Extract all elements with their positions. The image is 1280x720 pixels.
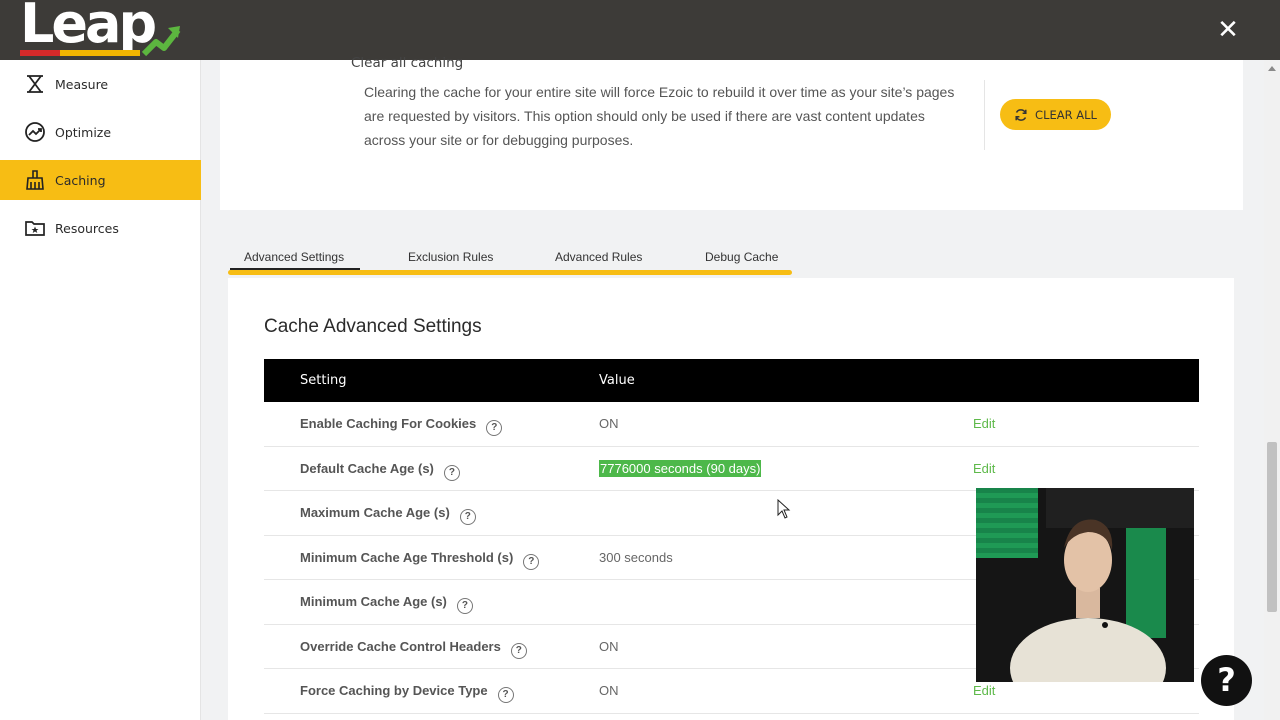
- sidebar-item-label: Measure: [55, 76, 109, 92]
- setting-value: ON: [599, 638, 619, 654]
- setting-label-text: Override Cache Control Headers: [300, 638, 501, 654]
- setting-label-text: Minimum Cache Age Threshold (s): [300, 549, 514, 565]
- help-chat-button[interactable]: ?: [1201, 655, 1252, 706]
- logo-text: Leap: [20, 0, 157, 55]
- tab-advanced-rules[interactable]: Advanced Rules: [555, 250, 642, 264]
- setting-value: 300 seconds: [599, 549, 673, 565]
- mouse-cursor-icon: [777, 499, 791, 519]
- table-row: Default Cache Age (s)? 7776000 seconds (…: [264, 447, 1199, 491]
- sidebar-item-label: Optimize: [55, 124, 112, 140]
- help-icon[interactable]: ?: [459, 509, 476, 525]
- folder-star-icon: [24, 217, 46, 239]
- section-title: Cache Advanced Settings: [264, 316, 482, 337]
- sidebar: Measure Optimize Caching Resources: [0, 60, 201, 720]
- scroll-up-arrow-icon[interactable]: [1268, 66, 1276, 71]
- edit-link[interactable]: Edit: [973, 416, 995, 431]
- sidebar-item-caching[interactable]: Caching: [0, 160, 201, 200]
- leap-logo: Leap: [20, 0, 190, 60]
- tab-advanced-settings[interactable]: Advanced Settings: [244, 250, 344, 264]
- divider: [984, 80, 985, 150]
- clear-cache-title: Clear all caching: [351, 55, 464, 71]
- refresh-icon: [1015, 108, 1027, 121]
- tab-debug-cache[interactable]: Debug Cache: [705, 250, 778, 264]
- help-icon[interactable]: ?: [497, 687, 514, 703]
- sidebar-item-label: Resources: [55, 220, 119, 236]
- help-icon[interactable]: ?: [523, 553, 540, 570]
- sidebar-item-optimize[interactable]: Optimize: [0, 112, 201, 152]
- table-header: Setting Value: [264, 359, 1199, 402]
- settings-tabs: Advanced Settings Exclusion Rules Advanc…: [228, 248, 792, 278]
- webcam-overlay: [976, 488, 1194, 682]
- setting-value: ON: [599, 683, 619, 698]
- logo-bar-yellow: [60, 50, 140, 56]
- presenter-video-image: [976, 488, 1194, 682]
- setting-label: Default Cache Age (s)?: [300, 461, 460, 481]
- help-icon[interactable]: ?: [443, 464, 460, 481]
- sidebar-item-label: Caching: [55, 172, 106, 188]
- clear-all-button[interactable]: CLEAR ALL: [1000, 99, 1111, 130]
- clear-cache-card: Clear all caching Clearing the cache for…: [220, 55, 1243, 210]
- sidebar-item-resources[interactable]: Resources: [0, 208, 201, 248]
- setting-label-text: Minimum Cache Age (s): [300, 594, 447, 609]
- setting-label-text: Force Caching by Device Type: [300, 683, 488, 698]
- setting-label: Minimum Cache Age Threshold (s)?: [300, 549, 540, 570]
- setting-label-text: Enable Caching For Cookies: [300, 416, 477, 431]
- column-header-setting: Setting: [300, 373, 347, 388]
- clear-cache-description: Clearing the cache for your entire site …: [364, 84, 955, 148]
- help-icon[interactable]: ?: [486, 420, 503, 436]
- active-tab-underline: [230, 268, 360, 270]
- help-icon[interactable]: ?: [456, 598, 473, 614]
- broom-icon: [24, 169, 46, 191]
- close-button[interactable]: ✕: [1214, 16, 1242, 44]
- clear-all-label: CLEAR ALL: [1035, 107, 1097, 122]
- table-row: Enable Caching For Cookies? ON Edit: [264, 402, 1199, 447]
- logo-bar-red: [20, 50, 60, 56]
- column-header-value: Value: [599, 373, 635, 388]
- tab-exclusion-rules[interactable]: Exclusion Rules: [408, 250, 493, 264]
- setting-value-highlighted: 7776000 seconds (90 days): [599, 459, 762, 477]
- setting-label: Enable Caching For Cookies?: [300, 416, 503, 436]
- scroll-thumb[interactable]: [1267, 442, 1277, 612]
- setting-label-text: Maximum Cache Age (s): [300, 505, 450, 520]
- help-icon[interactable]: ?: [510, 642, 527, 659]
- optimize-icon: [24, 121, 46, 143]
- edit-link[interactable]: Edit: [973, 683, 995, 698]
- sidebar-item-measure[interactable]: Measure: [0, 64, 201, 104]
- setting-label: Force Caching by Device Type?: [300, 683, 514, 703]
- edit-link[interactable]: Edit: [973, 461, 995, 476]
- setting-value: ON: [599, 416, 619, 431]
- setting-label: Override Cache Control Headers?: [300, 639, 527, 659]
- measure-icon: [24, 73, 46, 95]
- tab-indicator-bar: [228, 270, 792, 275]
- vertical-scrollbar[interactable]: [1264, 60, 1280, 720]
- growth-arrow-icon: [142, 26, 181, 57]
- setting-label: Maximum Cache Age (s)?: [300, 505, 476, 525]
- setting-label: Minimum Cache Age (s)?: [300, 594, 473, 614]
- top-bar: Leap ✕: [0, 0, 1280, 60]
- setting-label-text: Default Cache Age (s): [300, 460, 434, 476]
